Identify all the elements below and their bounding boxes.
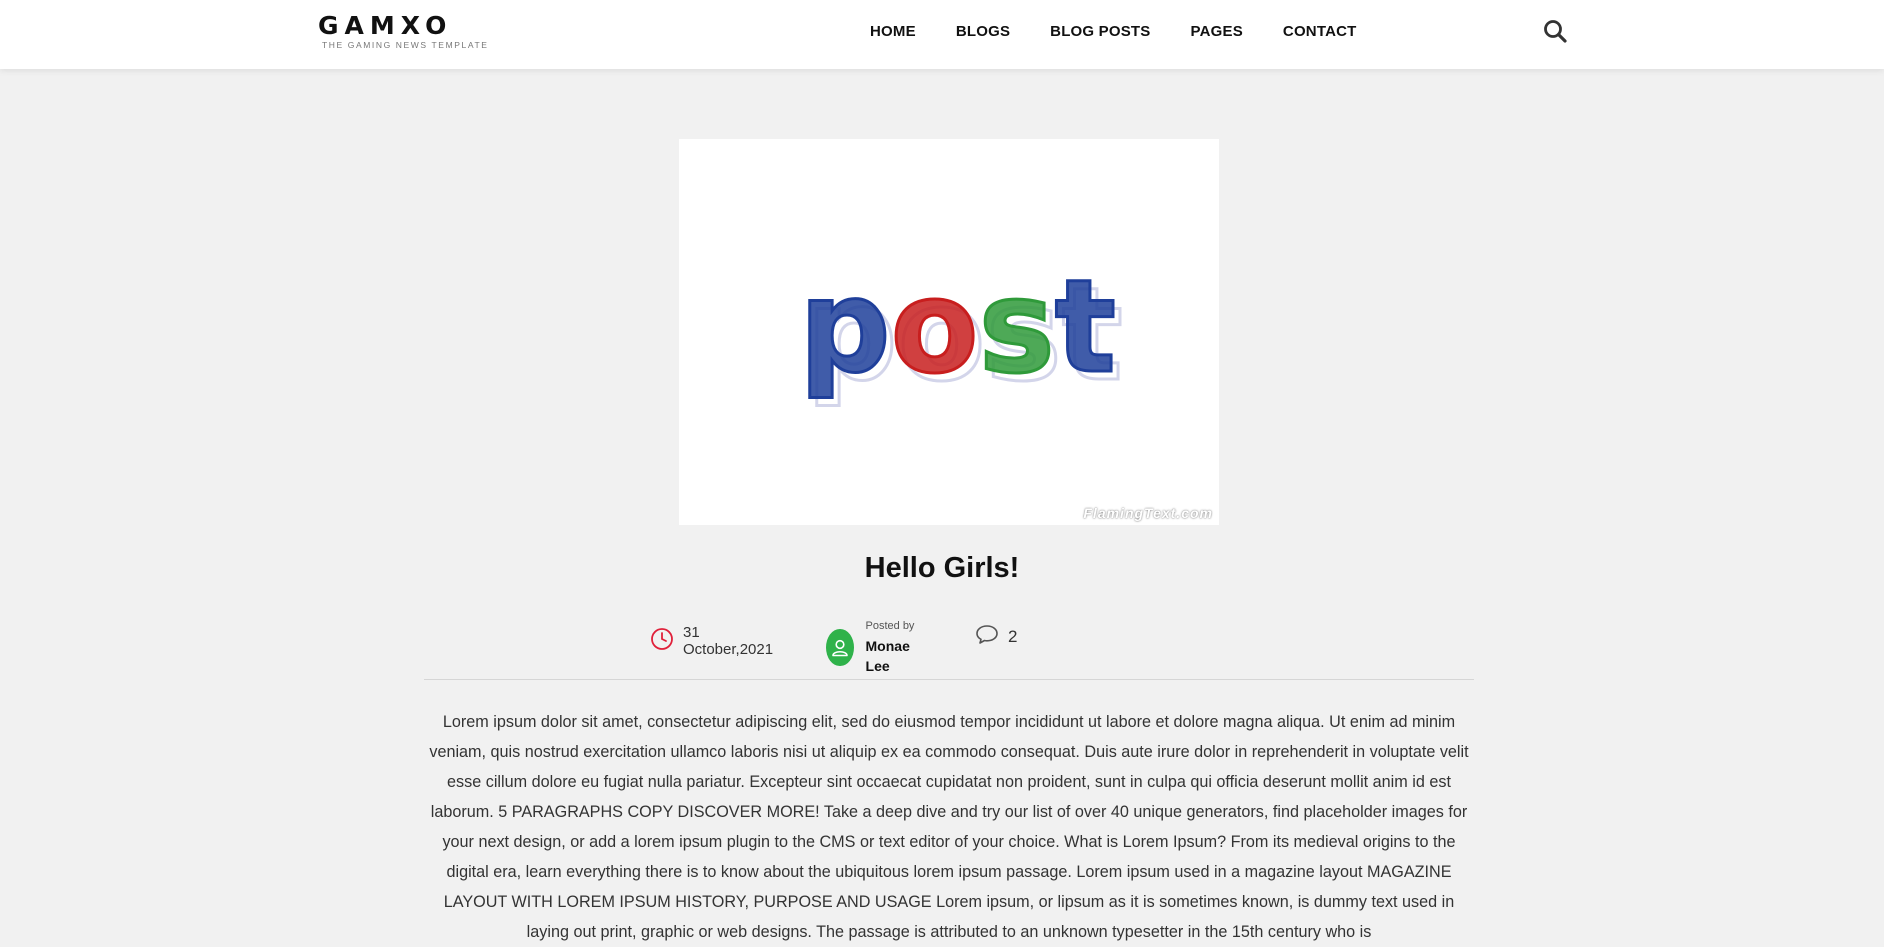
avatar [826, 629, 854, 666]
author-name[interactable]: Monae Lee [866, 636, 920, 676]
post-body: Lorem ipsum dolor sit amet, consectetur … [429, 713, 1469, 941]
nav-blog-posts[interactable]: BLOG POSTS [1050, 23, 1150, 40]
main-nav: HOME BLOGS BLOG POSTS PAGES CONTACT [870, 0, 1397, 62]
logo-tagline: THE GAMING NEWS TEMPLATE [322, 40, 489, 50]
logo-wordmark: GAMXO [318, 11, 453, 40]
site-header: GAMXO THE GAMING NEWS TEMPLATE HOME BLOG… [0, 0, 1884, 69]
search-icon[interactable] [1542, 18, 1568, 44]
user-icon [831, 639, 848, 656]
post-date-text: 31 October,2021 [683, 624, 774, 658]
post-word-art: post post [798, 252, 1125, 412]
post-comments[interactable]: 2 [975, 623, 1017, 650]
post-date: 31 October,2021 [650, 624, 773, 658]
post-author[interactable]: Posted by Monae Lee [826, 619, 919, 676]
post-word-art-text: post [799, 253, 1116, 402]
word-art-letter: p [799, 253, 891, 402]
posted-by-label: Posted by [865, 620, 915, 632]
site-logo[interactable]: GAMXO THE GAMING NEWS TEMPLATE [318, 12, 508, 52]
image-watermark: FlamingText.com [1083, 505, 1213, 521]
word-art-letter: o [891, 253, 979, 402]
nav-home[interactable]: HOME [870, 23, 916, 40]
post-title: Hello Girls! [864, 552, 1020, 584]
clock-icon [650, 627, 674, 656]
nav-blogs[interactable]: BLOGS [956, 23, 1010, 40]
word-art-letter: s [979, 253, 1055, 402]
comment-icon [975, 623, 999, 650]
post-featured-image: post post FlamingText.com [679, 139, 1219, 525]
nav-contact[interactable]: CONTACT [1283, 23, 1357, 40]
word-art-letter: t [1055, 253, 1116, 402]
meta-divider [424, 679, 1474, 680]
comments-count: 2 [1008, 626, 1018, 646]
nav-pages[interactable]: PAGES [1191, 23, 1243, 40]
